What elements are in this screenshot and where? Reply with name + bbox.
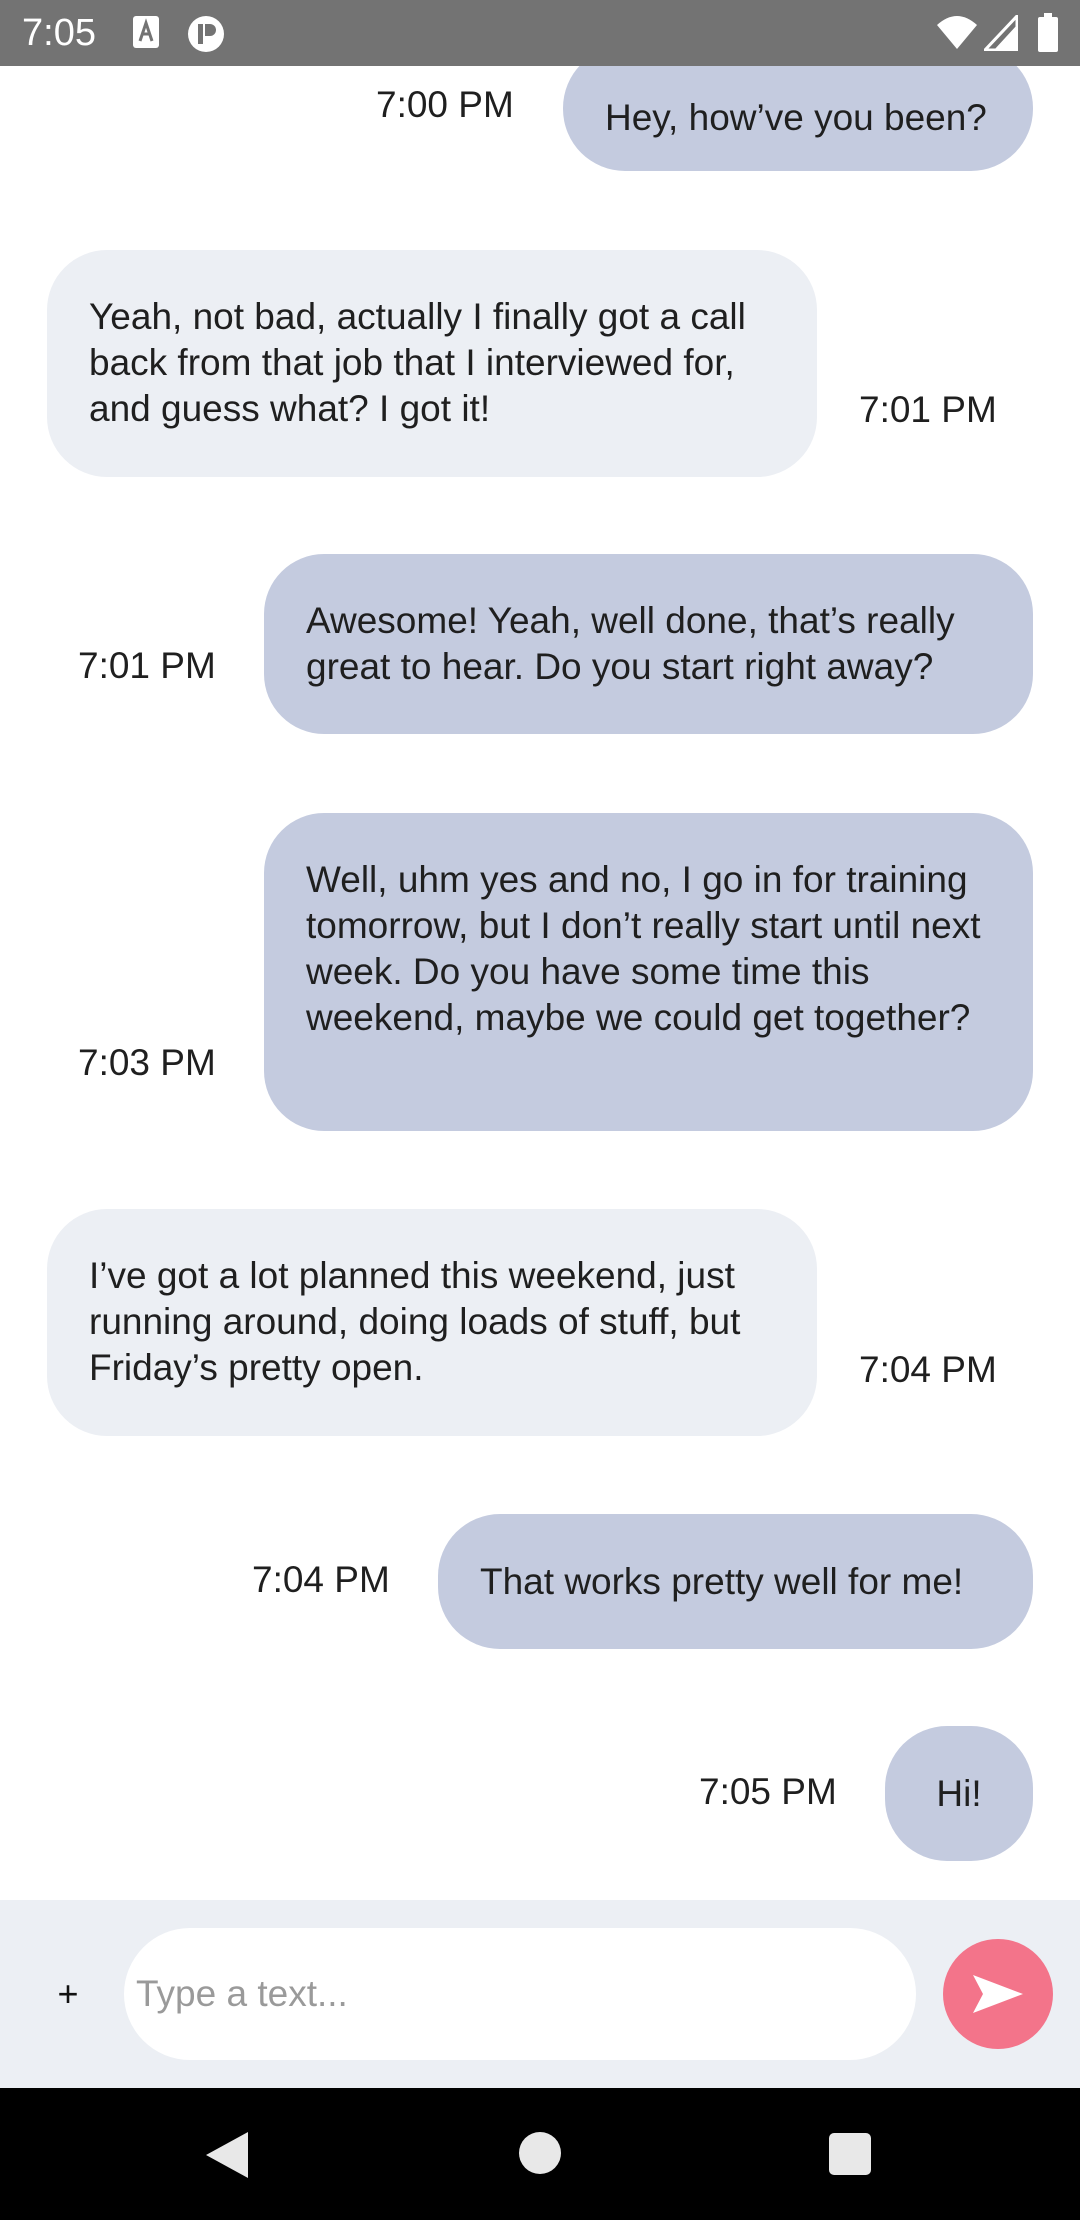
message-time: 7:04 PM — [252, 1559, 390, 1600]
message-text: I’ve got a lot planned this weekend, jus… — [89, 1255, 741, 1388]
message-time: 7:05 PM — [699, 1771, 837, 1812]
message-time: 7:01 PM — [78, 645, 216, 686]
message-time: 7:03 PM — [78, 1042, 216, 1083]
message-time: 7:00 PM — [376, 84, 514, 125]
message-time: 7:01 PM — [859, 389, 997, 430]
navigation-bar — [0, 2088, 1080, 2220]
message-bubble[interactable]: I’ve got a lot planned this weekend, jus… — [47, 1209, 817, 1436]
send-icon — [973, 1975, 1023, 2013]
message-text: Yeah, not bad, actually I finally got a … — [89, 296, 746, 429]
home-icon[interactable] — [519, 2132, 561, 2174]
message-composer: + — [0, 1900, 1080, 2088]
message-input[interactable] — [124, 1928, 916, 2060]
message-bubble[interactable]: Yeah, not bad, actually I finally got a … — [47, 250, 817, 477]
recents-icon[interactable] — [829, 2133, 871, 2175]
add-attachment-button[interactable]: + — [44, 1966, 92, 2022]
message-text: Well, uhm yes and no, I go in for traini… — [306, 859, 981, 1038]
p-notification-icon — [187, 15, 225, 53]
send-button[interactable] — [943, 1939, 1053, 2049]
back-icon[interactable] — [204, 2130, 252, 2180]
chat-message-list[interactable]: 7:00 PM Hey, how’ve you been? Yeah, not … — [0, 66, 1080, 1900]
message-time: 7:04 PM — [859, 1349, 997, 1390]
message-text: That works pretty well for me! — [480, 1560, 964, 1602]
message-text: Hey, how’ve you been? — [605, 96, 987, 138]
a-notification-icon — [132, 15, 160, 49]
message-bubble[interactable]: Well, uhm yes and no, I go in for traini… — [264, 813, 1033, 1131]
message-text: Hi! — [936, 1772, 982, 1814]
battery-icon — [1037, 13, 1059, 53]
status-time: 7:05 — [22, 12, 96, 54]
signal-icon — [981, 12, 1019, 52]
message-bubble[interactable]: Awesome! Yeah, well done, that’s really … — [264, 554, 1033, 734]
message-bubble[interactable]: Hey, how’ve you been? — [563, 66, 1033, 171]
status-bar: 7:05 — [0, 0, 1080, 66]
message-text: Awesome! Yeah, well done, that’s really … — [306, 600, 955, 687]
message-bubble[interactable]: Hi! — [885, 1726, 1033, 1861]
wifi-icon — [935, 15, 979, 51]
message-bubble[interactable]: That works pretty well for me! — [438, 1514, 1033, 1649]
